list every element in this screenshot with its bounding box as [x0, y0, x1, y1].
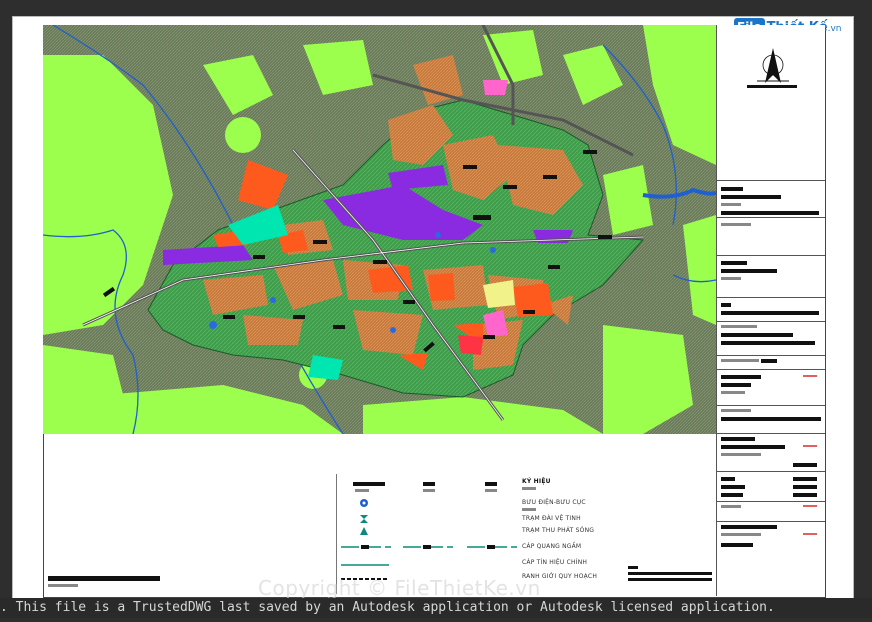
- fiber-cable-symbol: [341, 545, 517, 549]
- yellow-zones: [483, 280, 515, 308]
- status-bar: . This file is a TrustedDWG last saved b…: [0, 598, 872, 618]
- footer-bar: [48, 584, 78, 587]
- planning-map: [43, 25, 716, 434]
- post-office-icon: [360, 499, 368, 507]
- footer-bar: [628, 572, 712, 575]
- legend-item-transmitter: TRẠM THU PHÁT SÓNG: [522, 527, 595, 534]
- title-block: [716, 25, 825, 596]
- footer-bar: [628, 578, 712, 581]
- legend-title: KÝ HIỆU: [522, 478, 551, 485]
- legend-item-post-office: BƯU ĐIỆN-BƯU CỤC: [522, 499, 586, 506]
- transmitter-icon: [360, 527, 368, 535]
- status-message: . This file is a TrustedDWG last saved b…: [0, 600, 775, 615]
- logo-tld: .vn: [827, 24, 842, 34]
- red-zones: [458, 335, 483, 355]
- signal-cable-symbol: [341, 564, 389, 566]
- legend-item-signal-cable: CÁP TÍN HIỆU CHÍNH: [522, 559, 588, 566]
- legend-item-satellite: TRẠM ĐÀI VỆ TINH: [522, 515, 581, 522]
- footer-bar: [48, 576, 160, 581]
- legend-item-fiber-cable: CÁP QUANG NGẦM: [522, 543, 582, 550]
- copyright-watermark: Copyright © FileThietKe.vn: [258, 576, 541, 600]
- satellite-station-icon: [360, 515, 368, 523]
- planning-map-canvas: [43, 25, 716, 434]
- footer-bar: [628, 566, 638, 569]
